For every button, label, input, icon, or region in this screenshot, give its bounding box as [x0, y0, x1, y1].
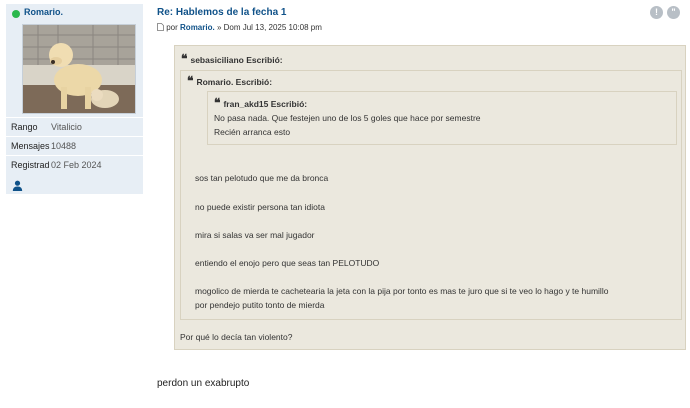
posts-value[interactable]: 10488 [51, 141, 76, 151]
quote-middle-line: entiendo el enojo pero que seas tan PELO… [195, 258, 380, 268]
quote-outer-author: sebasiciliano Escribió: [190, 55, 283, 65]
quote-mark-icon: ❝ [181, 52, 188, 66]
quote-mark-icon: ❝ [187, 74, 194, 88]
user-profile-panel: Romario. Rango Vitalicio Mensajes 10488 … [6, 4, 143, 194]
rank-value: Vitalicio [51, 122, 82, 132]
quote-middle-line: mogolico de mierda te cachetearia la jet… [195, 286, 609, 296]
post-body-text: perdon un exabrupto [157, 378, 250, 389]
joined-value: 02 Feb 2024 [51, 160, 102, 170]
profile-joined-row: Registrad 02 Feb 2024 [6, 155, 143, 174]
quote-inner-line: Recién arranca esto [214, 127, 291, 137]
quote-middle-line: mira si salas va ser mal jugador [195, 230, 315, 240]
online-status-icon [12, 10, 20, 18]
quote-icon[interactable]: " [667, 6, 680, 19]
avatar-dog-image [23, 25, 135, 113]
quote-inner-author: fran_akd15 Escribió: [223, 99, 308, 109]
quote-outer-footer: Por qué lo decía tan violento? [180, 332, 293, 342]
joined-label: Registrad [11, 160, 50, 170]
user-profile-icon[interactable] [12, 180, 23, 191]
quote-middle-line: no puede existir persona tan idiota [195, 202, 325, 212]
quote-inner-cite: ❝ fran_akd15 Escribió: [214, 96, 307, 110]
report-icon[interactable]: ! [650, 6, 663, 19]
quote-outer-cite: ❝ sebasiciliano Escribió: [181, 52, 283, 66]
quote-middle-line: por pendejo putito tonto de mierda [195, 300, 325, 310]
quote-middle-line: sos tan pelotudo que me da bronca [195, 173, 329, 183]
profile-username[interactable]: Romario. [24, 7, 63, 17]
quote-inner: ❝ fran_akd15 Escribió: No pasa nada. Que … [207, 91, 677, 145]
post-meta: por Romario. » Dom Jul 13, 2025 10:08 pm [157, 23, 322, 32]
quote-mark-icon: ❝ [214, 96, 221, 110]
post-author-link[interactable]: Romario. [180, 23, 215, 32]
avatar[interactable] [22, 24, 136, 114]
post-title[interactable]: Re: Hablemos de la fecha 1 [157, 7, 287, 18]
post-file-icon[interactable] [157, 23, 164, 31]
rank-label: Rango [11, 122, 38, 132]
quote-outer: ❝ sebasiciliano Escribió: ❝ Romario. Escri… [174, 45, 686, 350]
post-by-label: por [166, 23, 178, 32]
posts-label: Mensajes [11, 141, 50, 151]
quote-middle-author: Romario. Escribió: [196, 77, 273, 87]
post-date: » Dom Jul 13, 2025 10:08 pm [216, 23, 322, 32]
quote-inner-line: No pasa nada. Que festejen uno de los 5 … [214, 113, 481, 123]
profile-posts-row: Mensajes 10488 [6, 136, 143, 155]
quote-middle-cite: ❝ Romario. Escribió: [187, 74, 272, 88]
quote-middle: ❝ Romario. Escribió: ❝ fran_akd15 Escribió… [180, 70, 682, 320]
profile-rank-row: Rango Vitalicio [6, 117, 143, 136]
